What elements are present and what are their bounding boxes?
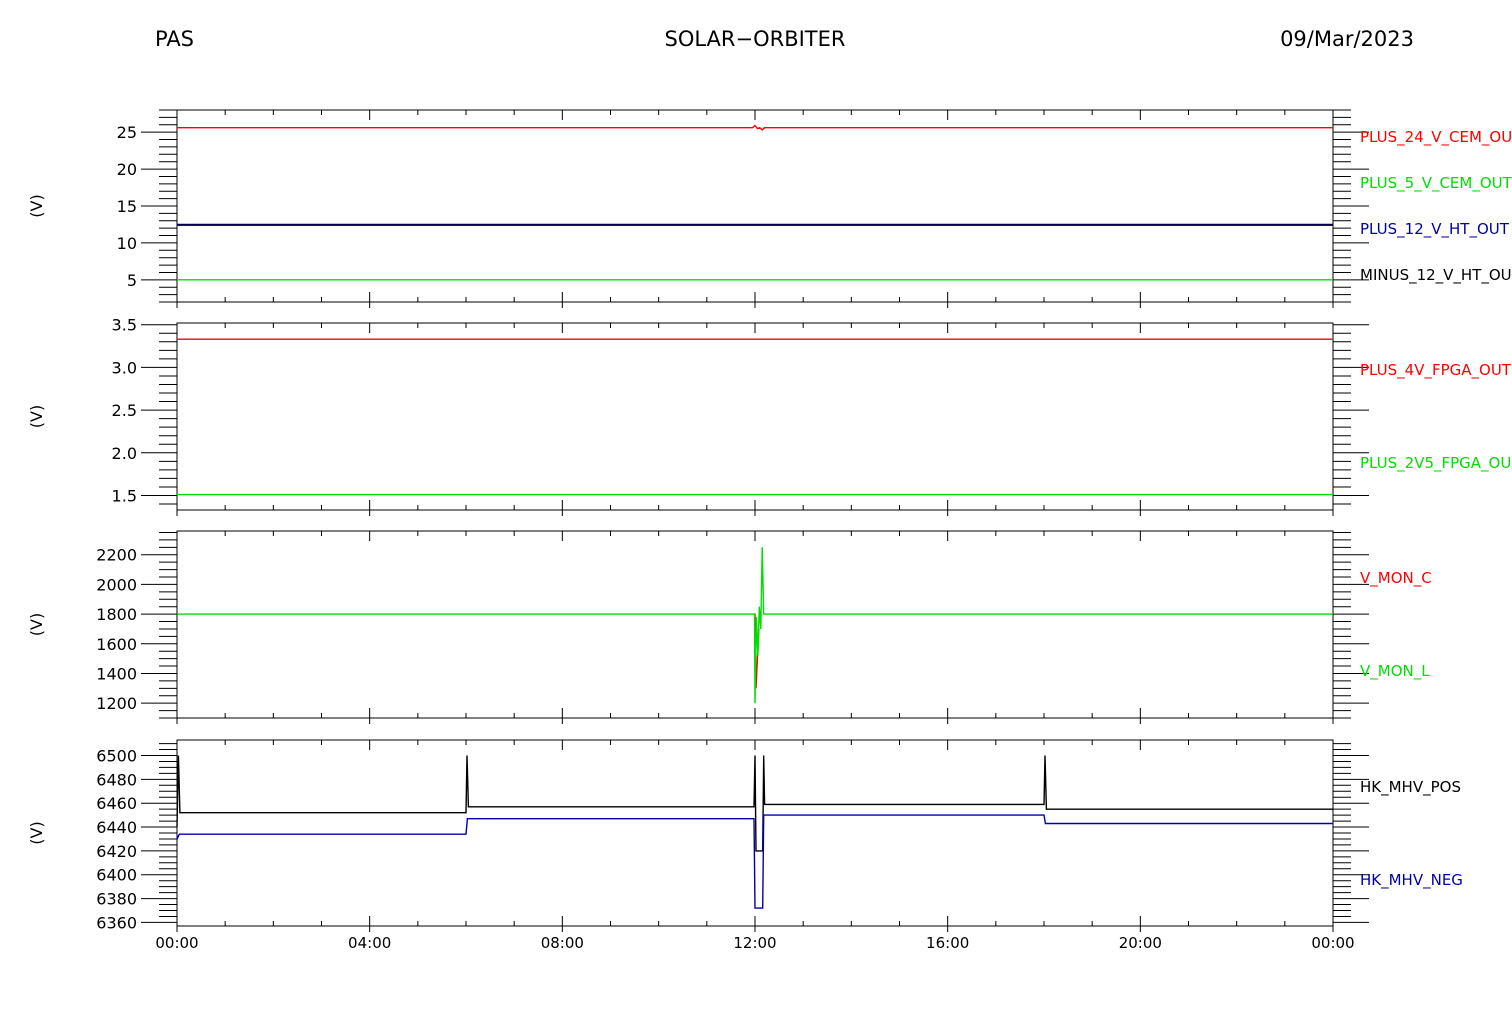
panel-2: 1.5 2.0 2.5 3.0 3.5 (V) PLUS_4V_FPGA_OUT PLUS_2…: [27, 316, 1512, 516]
y-tick-label: 6480: [96, 770, 137, 789]
series-plus-24-v-cem-out: [177, 124, 1333, 131]
legend-plus-12-v-ht-out: PLUS_12_V_HT_OUT: [1360, 220, 1510, 239]
y-tick-label: 6380: [96, 890, 137, 909]
instrument-label: PAS: [155, 27, 194, 51]
y-tick-label: 6420: [96, 842, 137, 861]
panel-frame: [176, 109, 1334, 303]
x-tick-label: 00:00: [155, 934, 198, 952]
legend-plus-5-v-cem-out: PLUS_5_V_CEM_OUT: [1360, 174, 1512, 193]
y-tick-label: 2.0: [112, 444, 137, 463]
x-tick-label: 00:00: [1311, 934, 1354, 952]
x-tick-label: 20:00: [1119, 934, 1162, 952]
x-tick-label: 08:00: [541, 934, 584, 952]
y-tick-label: 6460: [96, 794, 137, 813]
x-tick-label: 12:00: [733, 934, 776, 952]
mission-title: SOLAR−ORBITER: [664, 27, 845, 51]
y-tick-label: 1200: [96, 694, 137, 713]
panel-4: 6360 6380 6400 6420 6440 6460 6480 6500 (V) HK_MH…: [27, 739, 1463, 932]
panel-3: 1200 1400 1600 1800 2000 2200 (V) V_MON_C V_MON_…: [27, 530, 1432, 724]
y-axis-label: (V): [27, 821, 46, 844]
x-tick-label: 04:00: [348, 934, 391, 952]
y-tick-label: 6360: [96, 913, 137, 932]
x-tick-label: 16:00: [926, 934, 969, 952]
y-tick-label: 6500: [96, 747, 137, 766]
y-tick-label: 25: [117, 123, 137, 142]
y-tick-label: 1.5: [112, 486, 137, 505]
y-tick-label: 2.5: [112, 401, 137, 420]
y-tick-label: 15: [117, 197, 137, 216]
y-tick-label: 10: [117, 234, 137, 253]
legend-v-mon-c: V_MON_C: [1360, 569, 1432, 588]
y-tick-label: 2200: [96, 546, 137, 565]
date-label: 09/Mar/2023: [1280, 27, 1414, 51]
y-tick-label: 1800: [96, 605, 137, 624]
panel-1: 5 10 15 20 25 (V) PLUS_24_V_CEM_OU PLUS_5_V_CEM…: [27, 109, 1512, 308]
y-tick-label: 5: [127, 271, 137, 290]
y-tick-label: 6400: [96, 866, 137, 885]
legend-minus-12-v-ht-out: MINUS_12_V_HT_OU: [1360, 266, 1512, 285]
y-axis-label: (V): [27, 405, 46, 428]
series-hk-mhv-neg: [176, 814, 1333, 909]
series-v-mon-l: [177, 547, 1333, 704]
legend-v-mon-l: V_MON_L: [1360, 662, 1430, 681]
y-tick-label: 1400: [96, 664, 137, 683]
y-tick-label: 3.0: [112, 358, 137, 377]
legend-plus-4v-fpga-out: PLUS_4V_FPGA_OUT: [1360, 361, 1512, 380]
legend-hk-mhv-pos: HK_MHV_POS: [1360, 778, 1461, 797]
panel-frame: [176, 322, 1334, 511]
legend-plus-2v5-fpga-out: PLUS_2V5_FPGA_OU: [1360, 454, 1511, 473]
y-tick-label: 1600: [96, 635, 137, 654]
y-axis-label: (V): [27, 613, 46, 636]
y-tick-label: 6440: [96, 818, 137, 837]
panels: 5 10 15 20 25 (V) PLUS_24_V_CEM_OU PLUS_5_V_CEM…: [27, 109, 1512, 952]
housekeeping-voltage-plot: PAS SOLAR−ORBITER 09/Mar/2023 5 10 15 20 25 (…: [27, 27, 1512, 952]
series-hk-mhv-pos: [176, 755, 1333, 852]
y-tick-label: 2000: [96, 575, 137, 594]
legend-hk-mhv-neg: HK_MHV_NEG: [1360, 871, 1463, 890]
y-tick-label: 20: [117, 160, 137, 179]
legend-plus-24-v-cem-out: PLUS_24_V_CEM_OU: [1360, 128, 1512, 147]
y-tick-label: 3.5: [112, 316, 137, 335]
y-axis-label: (V): [27, 194, 46, 217]
